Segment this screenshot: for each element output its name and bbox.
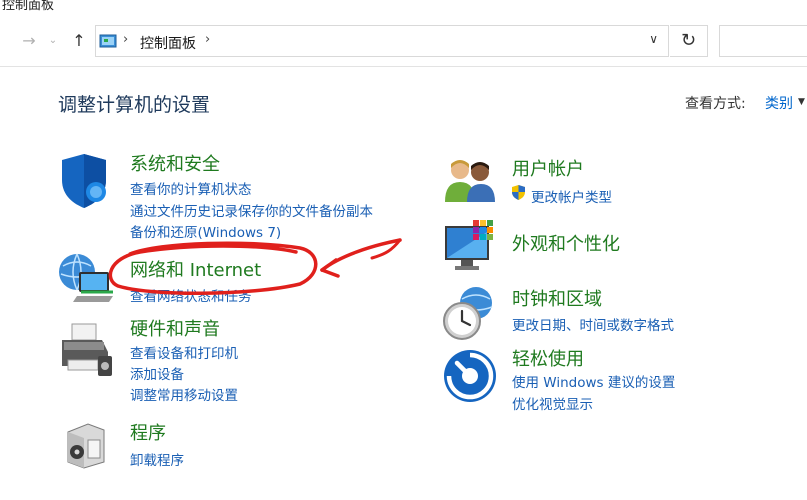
address-bar[interactable]: › 控制面板 › ∨ xyxy=(95,25,669,57)
up-arrow-icon[interactable]: ↑ xyxy=(68,30,90,52)
back-arrow-icon[interactable]: → xyxy=(18,30,40,52)
users-icon[interactable] xyxy=(443,158,497,204)
link-change-account-type[interactable]: 更改帐户类型 xyxy=(531,186,612,206)
link-windows-recommended-settings[interactable]: 使用 Windows 建议的设置 xyxy=(512,371,675,391)
uac-shield-icon xyxy=(512,185,525,200)
category-clock-region[interactable]: 时钟和区域 xyxy=(512,285,602,311)
link-view-computer-status[interactable]: 查看你的计算机状态 xyxy=(130,178,252,198)
category-user-accounts[interactable]: 用户帐户 xyxy=(512,155,584,181)
chevron-down-icon[interactable]: ∨ xyxy=(649,32,658,46)
shield-icon[interactable] xyxy=(58,152,114,210)
title-bar: 控制面板 xyxy=(0,0,807,14)
red-annotation-circle xyxy=(108,238,402,295)
category-ease-of-access[interactable]: 轻松使用 xyxy=(512,345,584,371)
link-mobility-settings[interactable]: 调整常用移动设置 xyxy=(130,384,238,404)
refresh-button[interactable]: ↻ xyxy=(670,25,708,57)
link-add-device[interactable]: 添加设备 xyxy=(130,363,184,383)
view-by-label: 查看方式: xyxy=(685,96,746,112)
chevron-down-icon[interactable]: ▼ xyxy=(798,97,805,107)
link-optimize-visual-display[interactable]: 优化视觉显示 xyxy=(512,393,593,413)
monitor-palette-icon[interactable] xyxy=(443,218,499,274)
clock-globe-icon[interactable] xyxy=(442,285,498,341)
category-appearance-personalization[interactable]: 外观和个性化 xyxy=(512,230,620,256)
breadcrumb-separator-icon[interactable]: › xyxy=(123,32,128,47)
category-programs[interactable]: 程序 xyxy=(130,419,166,445)
printer-icon[interactable] xyxy=(58,322,114,380)
programs-box-icon[interactable] xyxy=(64,420,108,470)
control-panel-icon xyxy=(99,34,117,48)
page-title: 调整计算机的设置 xyxy=(58,94,211,116)
history-dropdown-icon[interactable]: ⌄ xyxy=(42,30,64,52)
breadcrumb-control-panel[interactable]: 控制面板 xyxy=(140,33,196,53)
category-hardware-sound[interactable]: 硬件和声音 xyxy=(130,315,220,341)
ease-of-access-icon[interactable] xyxy=(443,349,497,403)
category-system-security[interactable]: 系统和安全 xyxy=(130,150,220,176)
view-by-dropdown[interactable]: 类别 xyxy=(765,93,793,113)
link-change-date-time-format[interactable]: 更改日期、时间或数字格式 xyxy=(512,314,674,334)
window-title: 控制面板 xyxy=(2,0,55,13)
search-input[interactable] xyxy=(719,25,807,57)
breadcrumb-separator-icon[interactable]: › xyxy=(205,32,210,47)
link-view-devices-printers[interactable]: 查看设备和打印机 xyxy=(130,342,238,362)
link-file-history-backup[interactable]: 通过文件历史记录保存你的文件备份副本 xyxy=(130,200,373,220)
link-uninstall-program[interactable]: 卸载程序 xyxy=(130,449,184,469)
navigation-bar: → ⌄ ↑ › 控制面板 › ∨ ↻ xyxy=(0,14,807,67)
